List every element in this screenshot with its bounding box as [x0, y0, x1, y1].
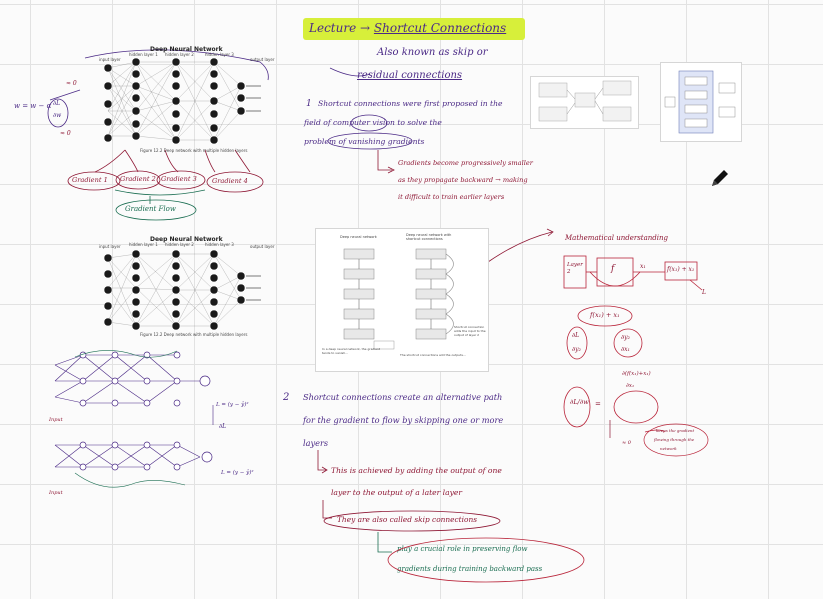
math-input: x₁ — [640, 263, 646, 270]
gradient-4-label: Gradient 4 — [212, 177, 248, 185]
update-rule-zero-top: ≈ 0 — [66, 80, 77, 87]
nn2-hidden1-label: hidden layer 1 — [129, 242, 158, 247]
nn1-hidden2-label: hidden layer 2 — [165, 52, 194, 57]
nn2-hidden3-label: hidden layer 3 — [205, 242, 234, 247]
math-note-1: keeps the gradient — [656, 428, 695, 433]
math-func: f — [611, 264, 615, 274]
nn2-input-label: input layer — [99, 244, 121, 249]
gradient-3-label: Gradient 3 — [161, 175, 197, 183]
nn1-diagram — [103, 57, 261, 145]
math-heading: Mathematical understanding — [565, 234, 669, 242]
nn1-input-label: input layer — [99, 57, 121, 62]
math-expr1: f(x₁) + x₁ — [590, 311, 620, 319]
math-eq: = — [595, 400, 601, 408]
gradient-1-label: Gradient 1 — [72, 176, 108, 184]
small-loss-1: L = (y − ŷ)² — [216, 402, 249, 408]
transformer-sketch — [664, 70, 736, 134]
nn2-diagram — [103, 249, 261, 331]
pen-tool-icon[interactable] — [710, 168, 730, 188]
center-note: Shortcut connection adds the input to th… — [454, 325, 486, 337]
math-dl-top: ∂L — [572, 332, 580, 339]
nn2-output-label: output layer — [250, 244, 275, 249]
update-rule-zero-bottom: ≈ 0 — [60, 130, 71, 137]
residual-block-sketch — [538, 80, 632, 122]
whiteboard: Lecture → Shortcut Connections Also know… — [0, 0, 823, 599]
function-box — [596, 257, 634, 287]
math-partial-den: ∂x₁ — [626, 383, 635, 389]
nn1-hidden3-label: hidden layer 3 — [205, 52, 234, 57]
small-loss-2: L = (y − ŷ)² — [221, 470, 254, 476]
gradient-2-label: Gradient 2 — [120, 175, 156, 183]
residual-block-thumbnail — [530, 76, 639, 129]
vanishing-gradients-circle — [327, 132, 413, 150]
nn1-hidden1-label: hidden layer 1 — [129, 52, 158, 57]
skip-connections-circle — [323, 510, 501, 532]
center-right-title: Deep neural network with shortcut connec… — [406, 233, 452, 241]
math-output: f(x₁) + x₁ — [667, 266, 695, 273]
math-loss: L — [702, 289, 706, 296]
point1-arrow — [377, 150, 392, 171]
math-partial-expr: ∂(f(x₁)+x₁) — [622, 371, 651, 377]
nn1-output-label: output layer — [250, 57, 275, 62]
update-rule-lhs: w = w − α — [14, 102, 52, 110]
math-approx: ≈ 0 — [622, 440, 631, 446]
flow-circle — [387, 537, 585, 583]
center-left-caption: In a deep neural network, the gradient t… — [322, 347, 381, 355]
center-right-caption: The shortcut connections add the outputs… — [400, 353, 466, 357]
math-note-2: flowing through the — [654, 437, 695, 442]
math-dldw: ∂L/∂w — [570, 398, 589, 406]
math-dl-bot: ∂y₂ — [572, 346, 581, 353]
small-networks-sketch — [54, 350, 214, 488]
math-dy-top: ∂y₂ — [621, 334, 630, 341]
math-layer-label: Layer 2 — [567, 262, 583, 275]
gradient-flow-label: Gradient Flow — [125, 205, 176, 213]
center-left-title: Deep neural network — [340, 235, 377, 239]
nn2-hidden2-label: hidden layer 2 — [165, 242, 194, 247]
update-rule-den: ∂w — [53, 112, 62, 119]
small-input-2: Input — [49, 490, 63, 496]
small-dl-label: ∂L — [219, 423, 227, 430]
update-rule-num: ∂L — [53, 100, 61, 107]
residual-diagram-card: Deep neural network Deep neural network … — [315, 228, 489, 372]
nn2-caption: Figure 12.2 Deep network with multiple h… — [140, 332, 248, 337]
transformer-thumbnail — [660, 62, 742, 142]
small-input-1: Input — [49, 417, 63, 423]
math-note-3: network — [660, 446, 677, 451]
computer-vision-circle — [350, 114, 388, 132]
math-dy-bot: ∂x₁ — [621, 346, 630, 353]
nn1-caption: Figure 12.2 Deep network with multiple h… — [140, 148, 248, 153]
